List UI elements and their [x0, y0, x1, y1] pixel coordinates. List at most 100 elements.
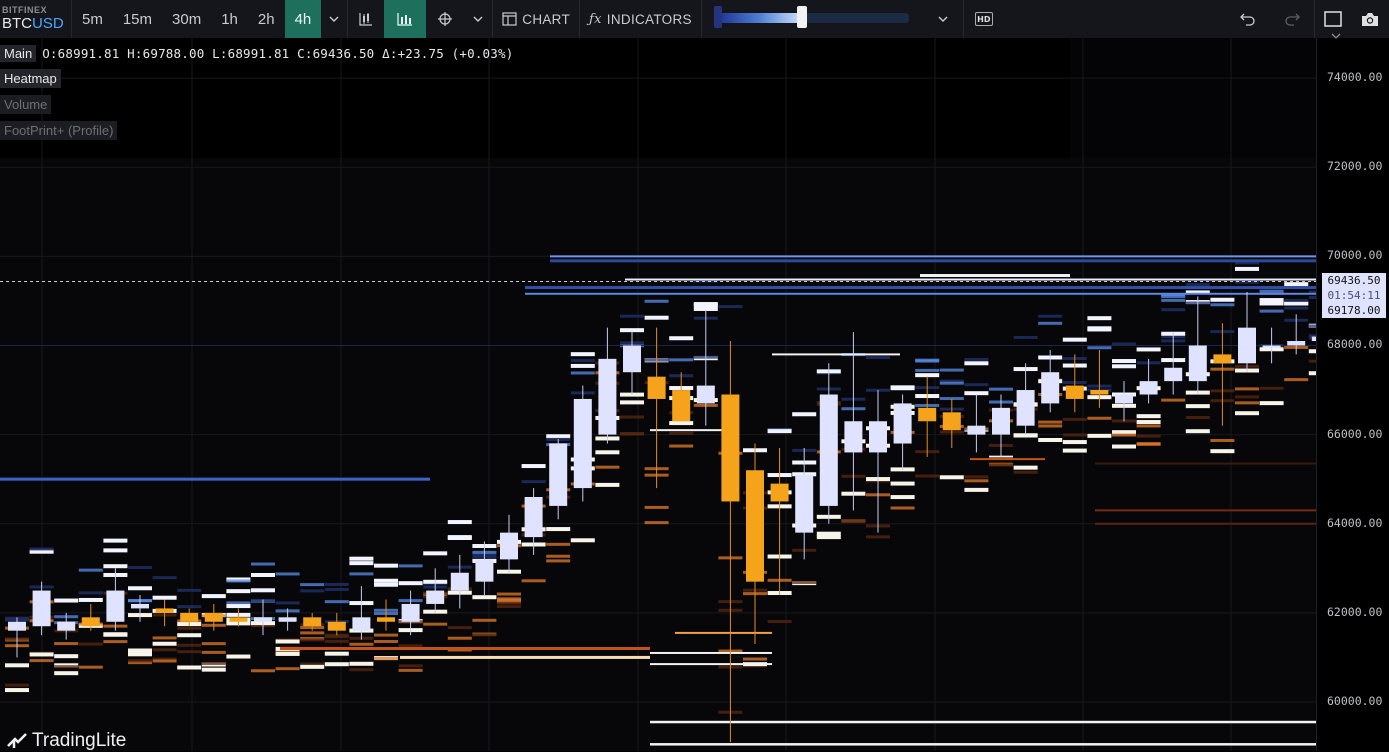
liquidity-level: [300, 638, 325, 642]
liquidity-level: [300, 631, 325, 635]
candle-body: [795, 474, 814, 533]
liquidity-level: [1136, 420, 1161, 425]
liquidity-band: [625, 278, 1316, 281]
screenshot-button[interactable]: [1351, 0, 1389, 38]
candle-body: [57, 621, 76, 631]
timeframe-4h[interactable]: 4h: [284, 0, 322, 38]
timeframe-1h[interactable]: 1h: [211, 0, 248, 38]
candles-chart-type-button[interactable]: [348, 0, 384, 38]
candle-body: [992, 407, 1010, 435]
liquidity-level: [78, 597, 103, 602]
redo-button[interactable]: [1270, 0, 1314, 38]
timeframe-dropdown-button[interactable]: [321, 0, 347, 38]
liquidity-level: [152, 636, 177, 640]
liquidity-level: [595, 465, 620, 469]
tool-dropdown-button[interactable]: [464, 0, 492, 38]
candle-body: [967, 425, 986, 435]
liquidity-level: [989, 463, 1013, 467]
hd-icon: HD: [974, 12, 993, 26]
liquidity-level: [570, 363, 595, 368]
heatmap-bars-button[interactable]: [384, 0, 427, 38]
liquidity-level: [620, 314, 644, 318]
chart-settings-button[interactable]: CHART: [493, 0, 579, 38]
main-pane-label[interactable]: Main: [0, 44, 37, 62]
liquidity-level: [275, 667, 300, 671]
liquidity-level: [644, 315, 669, 320]
liquidity-level: [497, 601, 521, 605]
liquidity-level: [152, 576, 177, 580]
low-price-label: 69178.00: [1322, 303, 1386, 319]
timeframe-30m[interactable]: 30m: [162, 0, 211, 38]
liquidity-band: [920, 274, 1070, 278]
candle-body: [1090, 390, 1109, 395]
liquidity-level: [669, 444, 694, 448]
liquidity-level: [54, 671, 79, 676]
timeframe-5m[interactable]: 5m: [72, 0, 113, 38]
layer-toggle-heatmap[interactable]: Heatmap: [0, 69, 61, 88]
layer-toggle-footprint-profile[interactable]: FootPrint+ (Profile): [0, 121, 118, 140]
chevron-down-icon: [938, 16, 948, 22]
heatmap-contrast-slider[interactable]: [713, 0, 909, 38]
symbol-selector[interactable]: BITFINEX BTCUSD: [0, 0, 72, 38]
liquidity-band: [772, 353, 900, 356]
liquidity-level: [816, 531, 841, 536]
indicators-button[interactable]: ƒx INDICATORS: [580, 0, 701, 38]
hd-toggle-button[interactable]: HD: [964, 0, 1004, 38]
liquidity-level: [398, 581, 423, 586]
timeframe-15m[interactable]: 15m: [113, 0, 162, 38]
liquidity-level: [546, 527, 571, 532]
liquidity-level: [128, 586, 152, 591]
price-tick: 74000.00: [1327, 70, 1383, 85]
last-price-label: 69436.50: [1322, 273, 1386, 289]
liquidity-level: [374, 633, 398, 637]
slider-fill: [713, 13, 802, 23]
liquidity-level: [5, 663, 29, 668]
candle-body: [1287, 341, 1306, 346]
candle-body: [155, 608, 174, 613]
liquidity-level: [669, 431, 694, 435]
liquidity-level: [915, 474, 940, 478]
timeframe-2h[interactable]: 2h: [248, 0, 285, 38]
liquidity-level: [1308, 371, 1316, 376]
liquidity-level: [1136, 424, 1161, 428]
price-tick: 64000.00: [1327, 515, 1383, 530]
price-axis[interactable]: 74000.00 72000.00 70000.00 68000.00 66000.00…: [1316, 33, 1389, 751]
liquidity-level: [1062, 337, 1087, 342]
candle-body: [746, 470, 764, 582]
liquidity-level: [1013, 335, 1038, 339]
price-tick: 70000.00: [1327, 248, 1383, 263]
candle-body: [1238, 327, 1256, 364]
liquidity-level: [1038, 424, 1063, 428]
exchange-label: BITFINEX: [2, 5, 48, 15]
liquidity-level: [521, 579, 546, 583]
liquidity-level: [1062, 433, 1087, 437]
liquidity-level: [964, 475, 989, 479]
candle-body: [524, 496, 543, 538]
candle-body: [278, 617, 297, 622]
liquidity-level: [939, 368, 964, 372]
liquidity-level: [1112, 364, 1136, 369]
undo-button[interactable]: [1226, 0, 1270, 38]
liquidity-level: [546, 434, 571, 439]
slider-dropdown-button[interactable]: [923, 0, 963, 38]
liquidity-level: [226, 601, 251, 605]
slider-low-handle[interactable]: [713, 6, 722, 28]
crosshair-tool-button[interactable]: [426, 0, 464, 38]
liquidity-level: [1284, 306, 1309, 310]
liquidity-level: [1087, 326, 1112, 331]
liquidity-level: [1308, 324, 1316, 328]
liquidity-level: [644, 521, 669, 525]
heatmap-chart[interactable]: [0, 38, 1316, 751]
liquidity-level: [669, 358, 694, 362]
slider-high-handle[interactable]: [796, 6, 807, 28]
liquidity-level: [792, 580, 817, 584]
liquidity-level: [275, 651, 300, 656]
liquidity-level: [78, 665, 103, 669]
liquidity-level: [620, 415, 644, 419]
layer-toggle-volume[interactable]: Volume: [0, 95, 52, 114]
liquidity-level: [78, 642, 103, 646]
liquidity-band: [400, 655, 650, 659]
liquidity-level: [866, 356, 890, 360]
liquidity-level: [251, 588, 275, 593]
liquidity-band: [1095, 509, 1316, 512]
